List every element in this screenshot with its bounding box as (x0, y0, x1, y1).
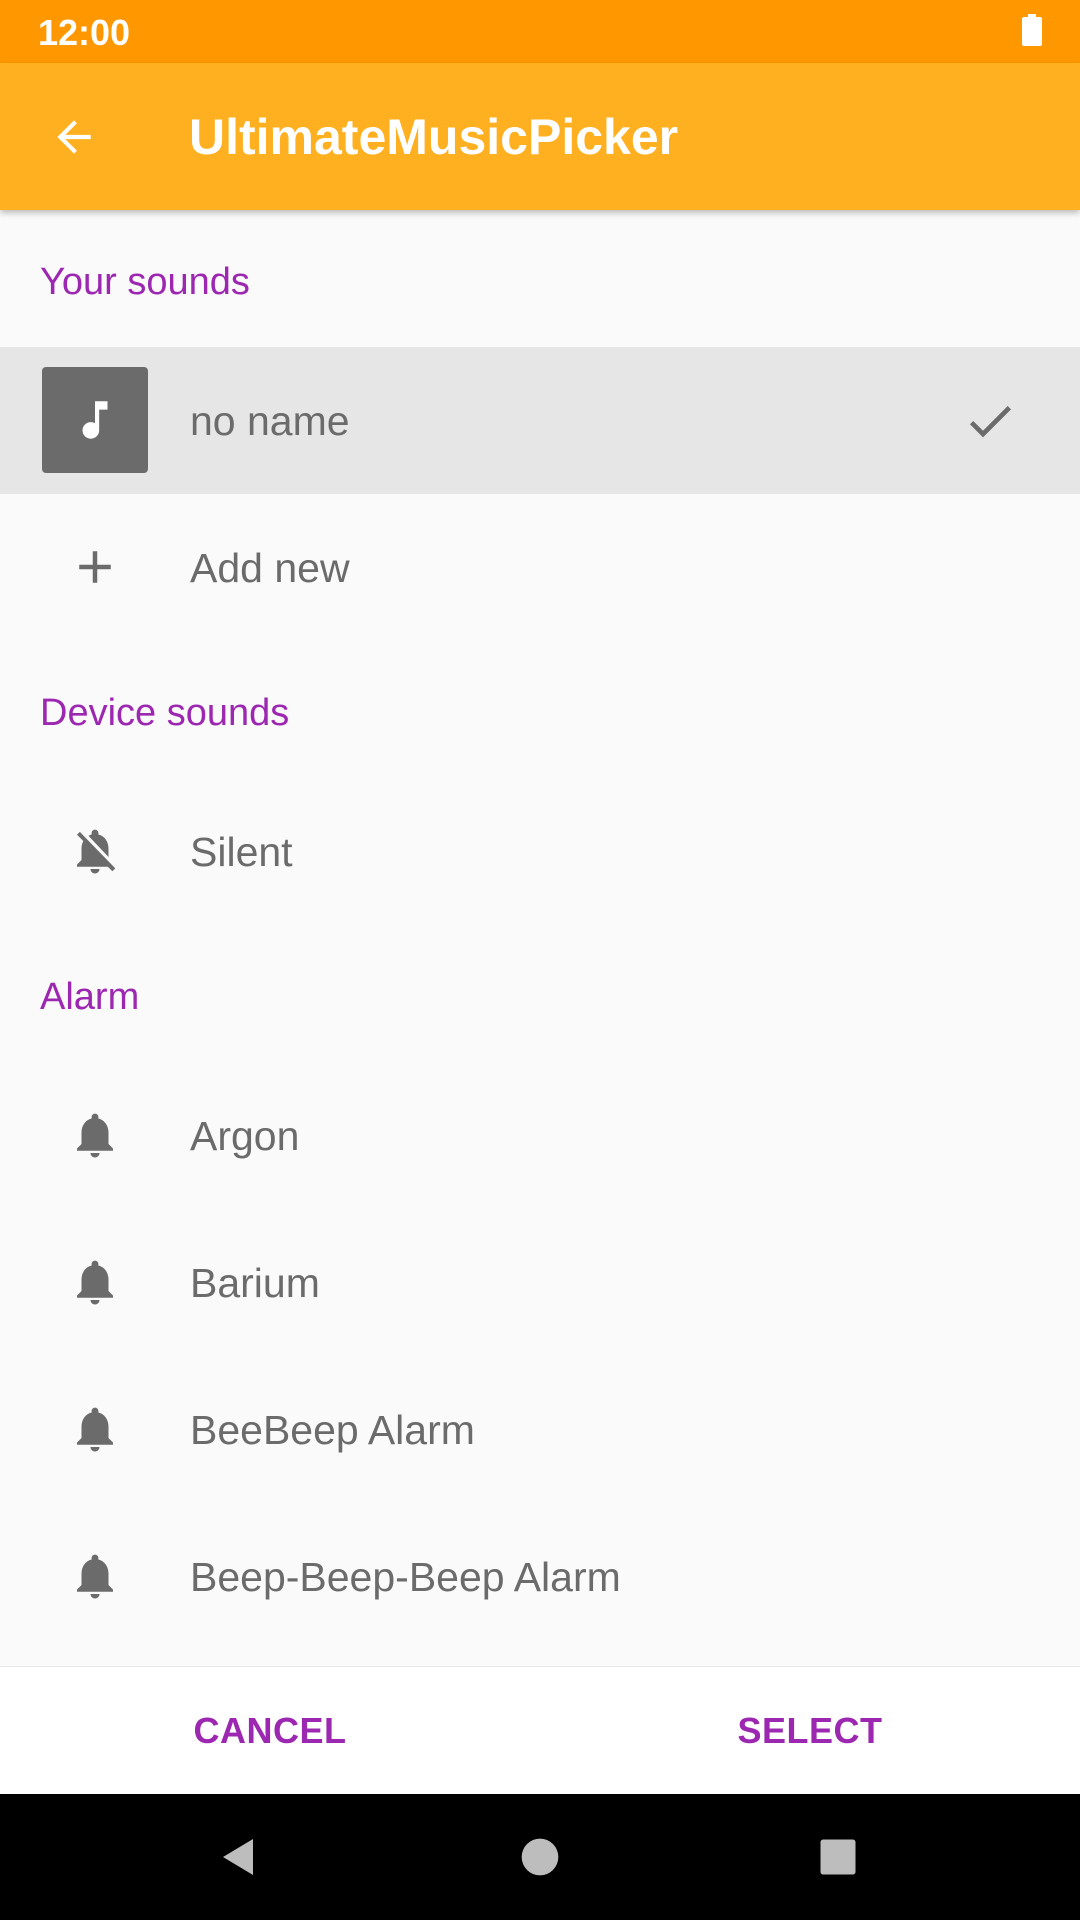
app-bar: UltimateMusicPicker (0, 63, 1080, 210)
nav-home-button[interactable] (505, 1822, 575, 1892)
list-item-label: no name (190, 398, 350, 444)
sound-list[interactable]: Your sounds no name Add new Device sound… (0, 210, 1080, 1666)
section-header-device-sounds: Device sounds (40, 692, 290, 734)
bell-icon (77, 1113, 113, 1158)
list-item-beebeep-alarm[interactable]: BeeBeep Alarm (0, 1356, 1080, 1503)
nav-back-button[interactable] (204, 1822, 274, 1892)
list-item-barium[interactable]: Barium (0, 1209, 1080, 1356)
section-header-your-sounds: Your sounds (40, 261, 250, 303)
list-item-label: Beep-Beep-Beep Alarm (190, 1554, 621, 1600)
bell-icon (77, 1260, 113, 1305)
bell-off-icon (77, 829, 116, 874)
list-item-label: Silent (190, 829, 293, 875)
page-title: UltimateMusicPicker (189, 109, 679, 165)
arrow-left-icon (56, 119, 91, 154)
list-item-label: Barium (190, 1260, 320, 1306)
add-new-button[interactable]: Add new (0, 494, 1080, 641)
music-note-icon (42, 367, 148, 473)
status-time: 12:00 (38, 12, 131, 53)
music-tile (42, 367, 148, 473)
list-item-label: Add new (190, 545, 350, 591)
bell-icon (77, 1407, 113, 1452)
list-item-silent[interactable]: Silent (0, 778, 1080, 925)
navigation-bar (0, 1794, 1080, 1920)
list-item-argon[interactable]: Argon (0, 1062, 1080, 1209)
nav-recents-button[interactable] (803, 1822, 873, 1892)
check-icon (969, 406, 1011, 438)
square-recents-icon (820, 1839, 856, 1875)
circle-home-icon (521, 1838, 559, 1876)
section-header-alarm: Alarm (40, 976, 140, 1018)
list-item-no-name[interactable]: no name (0, 347, 1080, 494)
list-item-label: BeeBeep Alarm (190, 1407, 475, 1453)
dialog-actions: CANCEL SELECT (0, 1666, 1080, 1795)
plus-icon (79, 551, 111, 583)
list-item-label: Argon (190, 1113, 300, 1159)
cancel-button[interactable]: CANCEL (0, 1667, 540, 1795)
list-item-beep-beep-beep-alarm[interactable]: Beep-Beep-Beep Alarm (0, 1503, 1080, 1650)
triangle-back-icon (223, 1839, 253, 1875)
status-bar: 12:00 (0, 0, 1080, 63)
bell-icon (77, 1554, 113, 1599)
back-button[interactable] (30, 93, 117, 180)
battery-icon (1022, 14, 1042, 46)
select-button[interactable]: SELECT (540, 1667, 1080, 1795)
